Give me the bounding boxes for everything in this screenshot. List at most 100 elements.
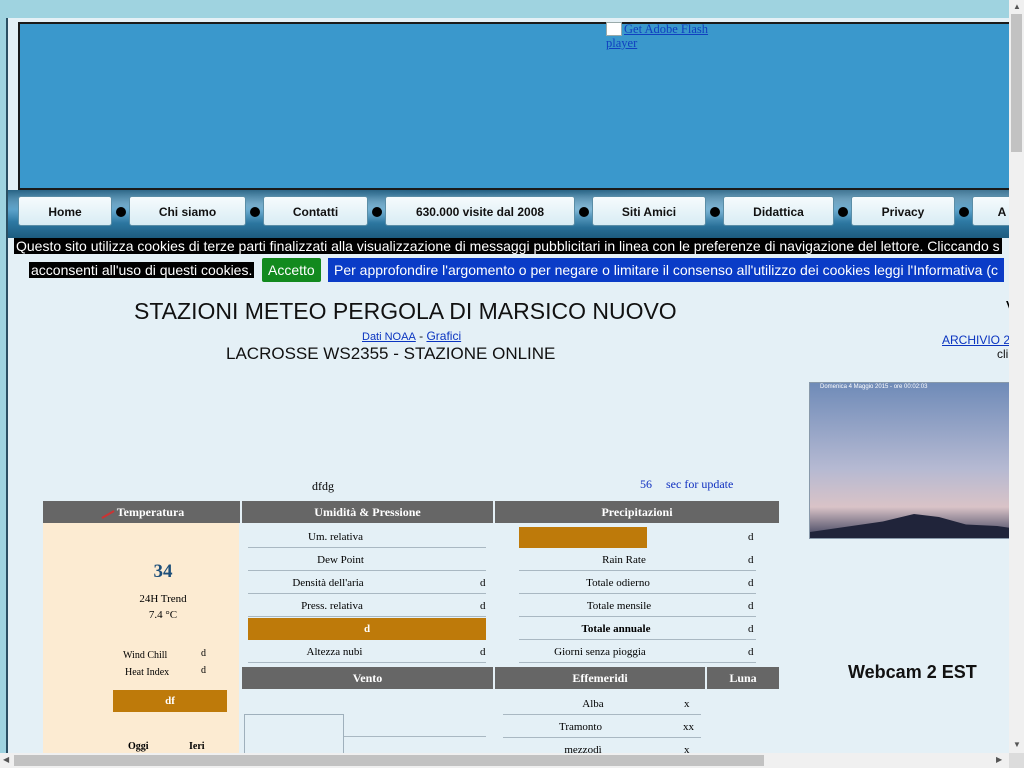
- webcam-timestamp: Domenica 4 Maggio 2015 - ore 00:02:03: [820, 384, 928, 390]
- noon-label: mezzodì: [564, 744, 602, 753]
- webcam-hills: [810, 514, 1011, 538]
- noaa-link[interactable]: Dati NOAA: [362, 331, 416, 343]
- precip-value: d: [748, 531, 754, 543]
- vertical-scrollbar[interactable]: ▲ ▼: [1009, 0, 1024, 753]
- nav-bullet-icon: [959, 207, 969, 217]
- nav-bullet-icon: [838, 207, 848, 217]
- vertical-scroll-thumb[interactable]: [1011, 14, 1022, 152]
- daily-total-row: Totale odierno d: [519, 572, 756, 594]
- wind-compass-box: [244, 714, 344, 753]
- header-luna: Luna: [707, 667, 779, 689]
- wind-divider: [344, 736, 486, 737]
- header-temperatura: Temperatura: [43, 501, 240, 523]
- link-separator: -: [415, 329, 427, 343]
- daily-total-value: d: [748, 577, 754, 589]
- grafici-link[interactable]: Grafici: [426, 329, 461, 343]
- header-precipitazioni: Precipitazioni: [495, 501, 779, 523]
- today-label: Oggi: [128, 741, 149, 752]
- scroll-up-icon[interactable]: ▲: [1013, 2, 1021, 12]
- noon-row: mezzodì x: [503, 739, 701, 753]
- dewpoint-label: Dew Point: [317, 554, 364, 566]
- scroll-down-icon[interactable]: ▼: [1013, 740, 1021, 750]
- scroll-left-icon[interactable]: ◀: [3, 755, 9, 765]
- nav-visite[interactable]: 630.000 visite dal 2008: [385, 196, 575, 226]
- cookie-info-button[interactable]: Per approfondire l'argomento o per negar…: [328, 258, 1005, 282]
- countdown-label: sec for update: [666, 477, 734, 491]
- countdown-value: 56: [640, 477, 652, 491]
- header-effemeridi: Effemeridi: [495, 667, 705, 689]
- archive-caption: cli: [997, 347, 1009, 361]
- header-temperatura-label: Temperatura: [116, 505, 185, 519]
- header-banner: [18, 22, 1011, 190]
- air-density-row: Densità dell'aria d: [248, 572, 486, 594]
- nav-bullet-icon: [372, 207, 382, 217]
- trend-label: 24H Trend: [139, 593, 187, 605]
- wind-chill-label: Wind Chill: [123, 650, 168, 661]
- dry-days-row: Giorni senza pioggia d: [519, 641, 756, 663]
- station-subtitle: LACROSSE WS2355 - STAZIONE ONLINE: [226, 344, 556, 363]
- trend-value: 7.4 °C: [148, 609, 178, 621]
- cloud-height-row: Altezza nubi d: [248, 641, 486, 663]
- yearly-total-label: Totale annuale: [581, 623, 651, 635]
- scroll-right-icon[interactable]: ▶: [996, 755, 1002, 765]
- wind-chill-value: d: [201, 648, 206, 659]
- data-links: Dati NOAA - Grafici: [362, 329, 461, 343]
- heat-index-value: d: [201, 665, 206, 676]
- sunrise-value: x: [684, 698, 690, 710]
- cookie-notice-line2: acconsenti all'uso di questi cookies.: [29, 262, 255, 278]
- sunset-value: xx: [683, 721, 694, 733]
- accept-cookies-button[interactable]: Accetto: [262, 258, 321, 282]
- temperature-bar: df: [113, 690, 227, 712]
- nav-contatti[interactable]: Contatti: [263, 196, 368, 226]
- monthly-total-value: d: [748, 600, 754, 612]
- nav-a[interactable]: A: [972, 196, 1011, 226]
- humidity-label: Um. relativa: [308, 531, 363, 543]
- dewpoint-row: Dew Point: [248, 549, 486, 571]
- sunrise-label: Alba: [582, 698, 604, 710]
- sunset-label: Tramonto: [559, 721, 602, 733]
- page-container: Get Adobe Flash player Home Chi siamo Co…: [6, 18, 1011, 753]
- scrollbar-corner: [1009, 753, 1024, 768]
- pressure-label: Press. relativa: [301, 600, 363, 612]
- heat-index-label: Heat Index: [125, 667, 170, 678]
- header-vento: Vento: [242, 667, 493, 689]
- update-countdown: 56 sec for update: [640, 477, 747, 492]
- temperature-panel: 34 24H Trend 7.4 °C Wind Chill d Heat In…: [43, 523, 239, 753]
- precip-row: d: [519, 526, 756, 548]
- nav-bullet-icon: [579, 207, 589, 217]
- yearly-total-row: Totale annuale d: [519, 618, 756, 640]
- sunset-row: Tramonto xx: [503, 716, 701, 738]
- thermometer-icon: [97, 503, 115, 519]
- rain-rate-row: Rain Rate d: [519, 549, 756, 571]
- rain-rate-value: d: [748, 554, 754, 566]
- pressure-row: Press. relativa d: [248, 595, 486, 617]
- horizontal-scrollbar[interactable]: ◀ ▶: [0, 753, 1009, 768]
- flash-player-link[interactable]: Get Adobe Flash player: [606, 22, 726, 50]
- nav-siti-amici[interactable]: Siti Amici: [592, 196, 706, 226]
- nav-bullet-icon: [250, 207, 260, 217]
- dry-days-label: Giorni senza pioggia: [554, 646, 646, 658]
- rain-rate-label: Rain Rate: [602, 554, 646, 566]
- yesterday-label: Ieri: [189, 741, 205, 752]
- nav-home[interactable]: Home: [18, 196, 112, 226]
- air-density-label: Densità dell'aria: [292, 577, 364, 589]
- archive-link[interactable]: ARCHIVIO 2: [942, 333, 1010, 347]
- placeholder-text: dfdg: [312, 479, 334, 493]
- cookie-notice-line1: Questo sito utilizza cookies di terze pa…: [14, 238, 1002, 254]
- webcam-image[interactable]: Domenica 4 Maggio 2015 - ore 00:02:03: [809, 382, 1011, 539]
- pressure-value: d: [480, 600, 486, 612]
- dry-days-value: d: [748, 646, 754, 658]
- monthly-total-label: Totale mensile: [586, 600, 652, 612]
- horizontal-scroll-thumb[interactable]: [14, 755, 764, 766]
- daily-total-label: Totale odierno: [586, 577, 650, 589]
- nav-didattica[interactable]: Didattica: [723, 196, 834, 226]
- nav-bullet-icon: [116, 207, 126, 217]
- header-umidita: Umidità & Pressione: [242, 501, 493, 523]
- pressure-bar: d: [248, 618, 486, 640]
- nav-bullet-icon: [710, 207, 720, 217]
- humidity-row: Um. relativa: [248, 526, 486, 548]
- nav-chi-siamo[interactable]: Chi siamo: [129, 196, 246, 226]
- nav-privacy[interactable]: Privacy: [851, 196, 955, 226]
- air-density-value: d: [480, 577, 486, 589]
- yearly-total-value: d: [748, 623, 754, 635]
